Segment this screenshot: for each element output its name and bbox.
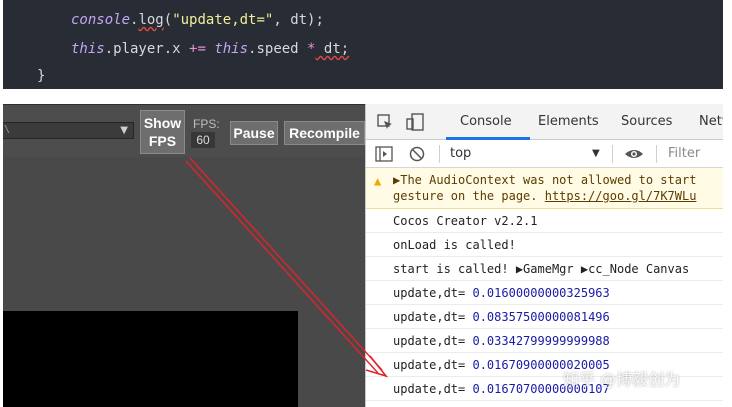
code-keyword: this	[214, 41, 249, 57]
code-line-1: console.log("update,dt=", dt);	[71, 12, 324, 28]
warning-link[interactable]: https://goo.gl/7K7WLu	[545, 189, 697, 203]
code-token: , dt);	[273, 12, 324, 28]
tab-network[interactable]: Netw	[699, 114, 723, 129]
devtools-panel: Console Elements Sources Netw top ▼ Filt…	[365, 104, 723, 407]
code-token: log	[138, 12, 164, 28]
device-toolbar-icon[interactable]	[406, 113, 426, 135]
context-dropdown-arrow-icon[interactable]: ▼	[592, 148, 600, 159]
dropdown-arrow-icon: ▼	[120, 125, 128, 136]
console-message-row[interactable]: start is called! ▶GameMgr ▶cc_Node Canva…	[366, 257, 723, 281]
code-token: dt;	[315, 41, 350, 57]
console-toolbar: top ▼ Filter	[366, 140, 723, 168]
update-label: update,dt=	[393, 310, 473, 324]
context-select[interactable]: top	[450, 146, 471, 161]
toolbar-separator	[612, 145, 613, 163]
warning-text: gesture on the page.	[393, 189, 545, 203]
game-preview-panel: \ ▼ Show FPS FPS: 60 Pause Recompile	[3, 104, 365, 407]
code-string: "update,dt="	[172, 12, 274, 28]
watermark: 知乎 @博毅创为	[563, 370, 681, 389]
code-line-3: }	[37, 68, 46, 84]
toolbar-separator	[439, 145, 440, 163]
clear-console-icon[interactable]	[409, 146, 425, 166]
console-warning-row: ▲ ▶The AudioContext was not allowed to s…	[366, 168, 723, 209]
preview-toolbar: \ ▼ Show FPS FPS: 60 Pause Recompile	[3, 105, 365, 157]
update-value: 0.03342799999999988	[472, 334, 610, 348]
update-label: update,dt=	[393, 286, 473, 300]
warning-line-1: ▶The AudioContext was not allowed to sta…	[393, 173, 697, 187]
device-select[interactable]: \ ▼	[3, 122, 134, 139]
code-token: .player.x	[104, 41, 190, 57]
sidebar-toggle-icon[interactable]	[375, 146, 393, 166]
tab-elements[interactable]: Elements	[538, 114, 599, 129]
code-line-2: this.player.x += this.speed * dt;	[71, 41, 349, 57]
console-update-row: update,dt= 0.01600000000325963	[366, 281, 723, 305]
pause-button[interactable]: Pause	[230, 121, 278, 145]
console-message-row: Cocos Creator v2.2.1	[366, 209, 723, 233]
inspect-element-icon[interactable]	[376, 113, 394, 135]
code-snippet: console.log("update,dt=", dt); this.play…	[3, 0, 723, 89]
console-message-row: onLoad is called!	[366, 233, 723, 257]
show-fps-line1: Show	[143, 115, 182, 131]
fps-value: 60	[191, 132, 215, 148]
devtools-tab-bar: Console Elements Sources Netw	[366, 104, 723, 140]
fps-label: FPS:	[193, 117, 220, 131]
tab-console[interactable]: Console	[460, 114, 512, 129]
warning-line-2: gesture on the page. https://goo.gl/7K7W…	[393, 188, 723, 204]
code-token: .speed	[248, 41, 308, 57]
update-value: 0.08357500000081496	[472, 310, 610, 324]
dropdown-edge-glyph: \	[4, 124, 11, 135]
code-operator: +=	[189, 41, 206, 57]
code-keyword: this	[71, 41, 105, 57]
recompile-button[interactable]: Recompile	[284, 121, 365, 145]
toolbar-separator	[656, 145, 657, 163]
update-label: update,dt=	[393, 382, 473, 396]
code-token: console	[71, 12, 131, 28]
show-fps-line2: FPS	[148, 133, 177, 149]
tab-sources[interactable]: Sources	[621, 114, 672, 129]
warning-icon: ▲	[374, 174, 382, 188]
eye-icon[interactable]	[624, 146, 644, 166]
console-update-row: update,dt= 0.03342799999999988	[366, 329, 723, 353]
code-token: (	[163, 12, 173, 28]
filter-input[interactable]: Filter	[668, 146, 700, 161]
game-canvas[interactable]	[3, 311, 298, 407]
show-fps-button[interactable]: Show FPS	[140, 110, 185, 154]
update-value: 0.01600000000325963	[472, 286, 610, 300]
update-label: update,dt=	[393, 334, 473, 348]
update-label: update,dt=	[393, 358, 473, 372]
console-update-row: update,dt= 0.08357500000081496	[366, 305, 723, 329]
